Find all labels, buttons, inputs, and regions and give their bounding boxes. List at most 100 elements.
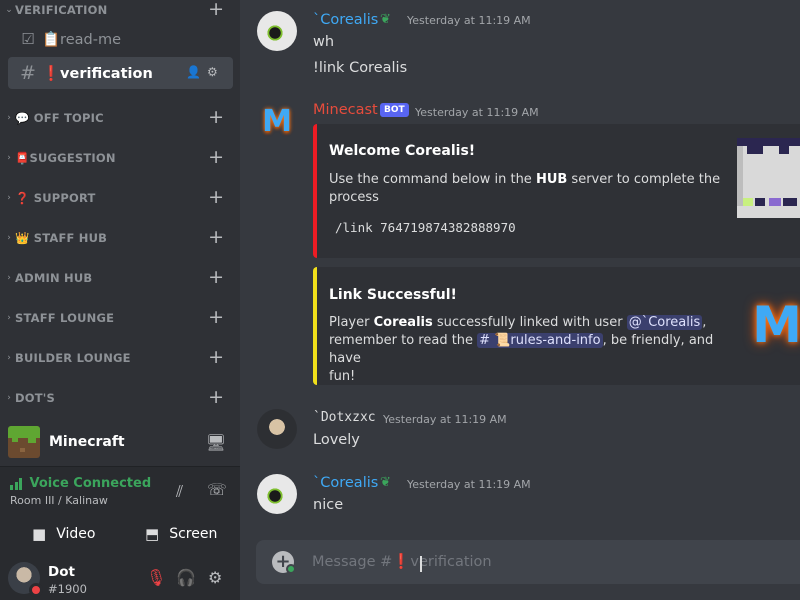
video-camera-icon: ■	[32, 525, 47, 543]
chevron-right-icon: ›	[7, 233, 11, 243]
message-author[interactable]: `Corealis	[313, 12, 378, 28]
chat-area: `Corealis ❦ Yesterday at 11:19 AM wh !li…	[240, 0, 800, 600]
add-channel-icon[interactable]: +	[208, 347, 224, 367]
user-panel: Dot #1900 🎙 🎧 ⚙	[0, 554, 240, 600]
minecast-logo-avatar[interactable]: M	[257, 101, 297, 141]
add-channel-icon[interactable]: +	[208, 187, 224, 207]
user-mention[interactable]: @`Corealis	[626, 315, 703, 330]
category-label: ADMIN HUB	[15, 271, 93, 285]
add-channel-icon[interactable]: +	[208, 387, 224, 407]
add-channel-icon[interactable]: +	[208, 147, 224, 167]
headphones-deafened-icon[interactable]: 🎧	[176, 568, 196, 587]
voice-room-label[interactable]: Room III / Kalinaw	[10, 494, 108, 507]
channel-read-me[interactable]: ☑ 📋read-me	[8, 23, 233, 55]
gear-icon[interactable]: ⚙	[208, 568, 222, 587]
category-admin-hub[interactable]: › ADMIN HUB +	[0, 267, 240, 288]
embed-color-bar	[313, 124, 317, 258]
embed-link-success: Link Successful! Player Corealis success…	[313, 267, 800, 385]
message-timestamp: Yesterday at 11:19 AM	[383, 413, 507, 426]
chevron-right-icon: ›	[7, 113, 11, 123]
message-text: Lovely	[313, 432, 360, 448]
category-label: DOT'S	[15, 391, 55, 405]
video-button[interactable]: ■ Video	[32, 519, 95, 549]
embed-title: Link Successful!	[329, 287, 457, 303]
rules-checkbox-icon: ☑	[21, 30, 35, 48]
invite-user-icon[interactable]: 👤	[186, 65, 201, 79]
noise-suppression-icon[interactable]: ⫽	[176, 482, 183, 502]
channel-label: 📋read-me	[42, 31, 121, 48]
category-label: 💬 OFF TOPIC	[15, 111, 104, 125]
channel-label: ❗verification	[42, 65, 153, 82]
add-channel-icon[interactable]: +	[208, 267, 224, 287]
screen-share-label: Screen	[169, 526, 218, 542]
message-text: nice	[313, 497, 344, 513]
embed-color-bar	[313, 267, 317, 385]
leaf-badge-icon: ❦	[380, 12, 391, 27]
notification-dot-icon	[286, 564, 296, 574]
screen-share-icon[interactable]: 🖥	[206, 433, 226, 452]
dnd-status-icon	[29, 583, 43, 597]
chevron-right-icon: ›	[7, 153, 11, 163]
chevron-right-icon: ›	[7, 393, 11, 403]
add-channel-icon[interactable]: +	[208, 227, 224, 247]
voice-connection-panel: Voice Connected Room III / Kalinaw ⫽ ☏ ■…	[0, 466, 240, 554]
chevron-right-icon: ›	[7, 273, 11, 283]
message-text: wh	[313, 34, 335, 50]
embed-thumbnail[interactable]	[737, 138, 800, 218]
message-author[interactable]: `Dotxzxc	[313, 410, 376, 425]
channel-mention[interactable]: # 📜rules-and-info	[477, 333, 603, 348]
leaf-badge-icon: ❦	[380, 475, 391, 490]
category-suggestion[interactable]: › 📮SUGGESTION +	[0, 147, 240, 168]
server-activity-row[interactable]: Minecraft 🖥	[0, 421, 240, 463]
message-author[interactable]: `Corealis	[313, 475, 378, 491]
avatar[interactable]	[257, 409, 297, 449]
screen-share-icon: ⬒	[145, 525, 160, 543]
category-label: 📮SUGGESTION	[15, 151, 116, 165]
category-label: STAFF LOUNGE	[15, 311, 115, 325]
embed-description: Use the command below in the HUB server …	[329, 172, 721, 205]
gear-icon[interactable]: ⚙	[207, 65, 218, 79]
message-text: !link Corealis	[313, 60, 408, 76]
avatar[interactable]	[8, 562, 43, 597]
message-timestamp: Yesterday at 11:19 AM	[415, 106, 539, 119]
avatar[interactable]	[257, 11, 297, 51]
screen-share-button[interactable]: ⬒ Screen	[145, 519, 217, 549]
embed-code: /link 764719874382888970	[335, 220, 516, 235]
category-label: VERIFICATION	[15, 3, 108, 17]
minecraft-grass-block-icon	[8, 426, 40, 458]
message-author[interactable]: Minecast	[313, 102, 378, 118]
add-channel-icon[interactable]: +	[208, 0, 224, 19]
category-staff-hub[interactable]: › 👑 STAFF HUB +	[0, 227, 240, 248]
server-activity-name: Minecraft	[49, 434, 125, 450]
category-builder-lounge[interactable]: › BUILDER LOUNGE +	[0, 347, 240, 368]
embed-welcome: Welcome Corealis! Use the command below …	[313, 124, 800, 258]
minecast-logo-thumbnail[interactable]: M	[741, 289, 800, 361]
voice-status[interactable]: Voice Connected	[10, 476, 151, 491]
mic-muted-icon[interactable]: 🎙	[146, 568, 166, 587]
chevron-right-icon: ›	[7, 353, 11, 363]
category-dots[interactable]: › DOT'S +	[0, 387, 240, 408]
category-staff-lounge[interactable]: › STAFF LOUNGE +	[0, 307, 240, 328]
category-label: BUILDER LOUNGE	[15, 351, 131, 365]
avatar[interactable]	[257, 474, 297, 514]
category-support[interactable]: › ❓ SUPPORT +	[0, 187, 240, 208]
channel-verification[interactable]: # ❗verification 👤 ⚙	[8, 57, 233, 89]
category-label: ❓ SUPPORT	[15, 191, 96, 205]
add-channel-icon[interactable]: +	[208, 307, 224, 327]
user-tag: #1900	[48, 582, 87, 596]
channel-sidebar: ⌄ VERIFICATION + ☑ 📋read-me # ❗verificat…	[0, 0, 240, 600]
category-label: 👑 STAFF HUB	[15, 231, 108, 245]
disconnect-call-icon[interactable]: ☏	[207, 480, 227, 499]
message-timestamp: Yesterday at 11:19 AM	[407, 478, 531, 491]
message-timestamp: Yesterday at 11:19 AM	[407, 14, 531, 27]
chevron-right-icon: ›	[7, 313, 11, 323]
embed-description: Player Corealis successfully linked with…	[329, 315, 714, 384]
category-off-topic[interactable]: › 💬 OFF TOPIC +	[0, 107, 240, 128]
category-verification[interactable]: ⌄ VERIFICATION +	[0, 0, 240, 20]
signal-bars-icon	[10, 477, 24, 490]
message-input[interactable]	[312, 550, 792, 574]
chevron-right-icon: ›	[7, 193, 11, 203]
bot-badge: BOT	[380, 103, 409, 117]
add-channel-icon[interactable]: +	[208, 107, 224, 127]
username: Dot	[48, 564, 75, 580]
